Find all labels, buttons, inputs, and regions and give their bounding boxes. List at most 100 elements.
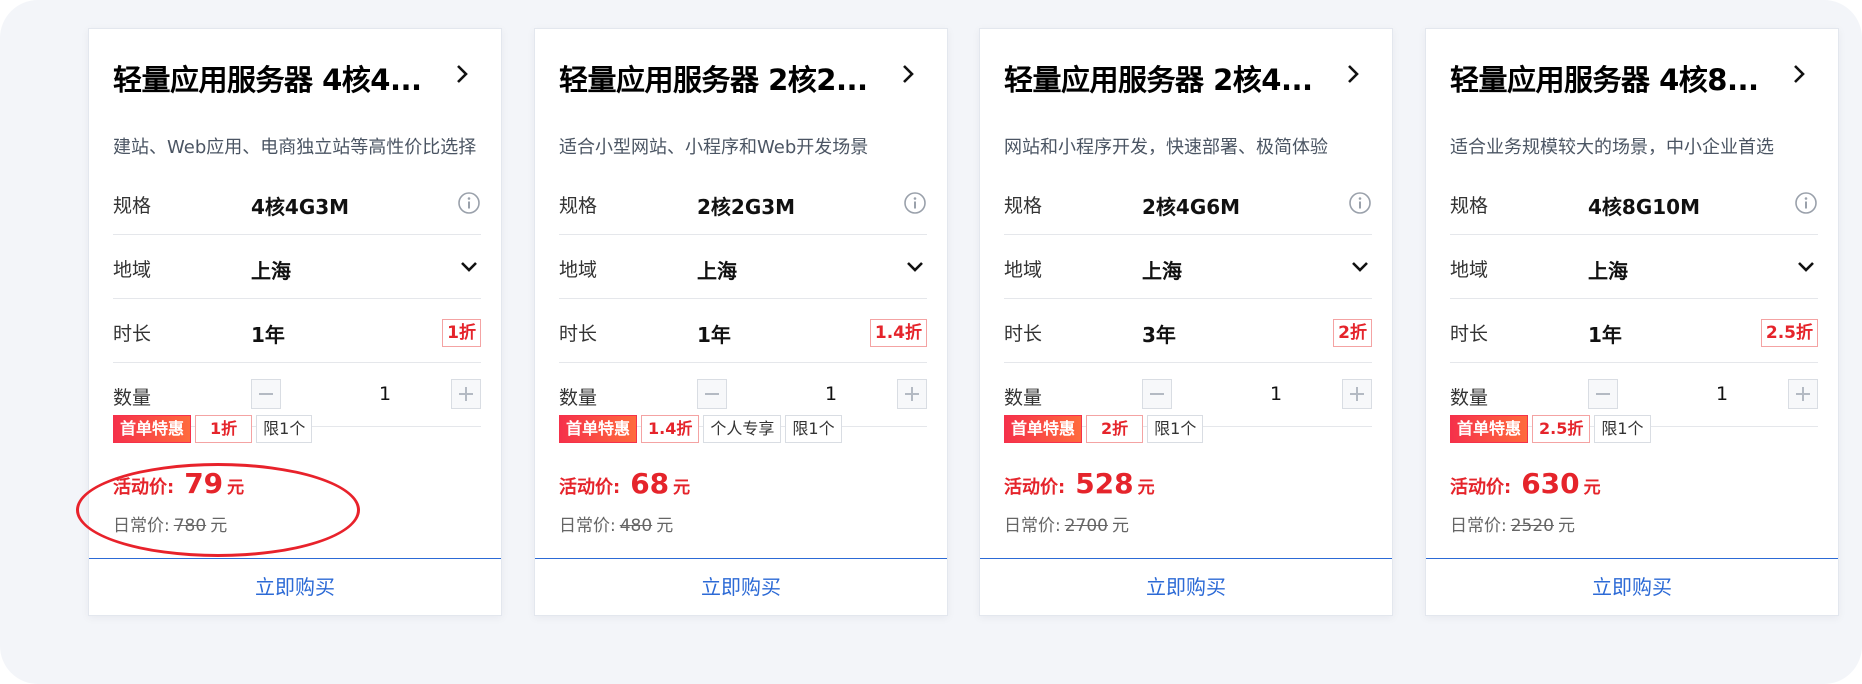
info-icon[interactable] [1794, 191, 1818, 215]
card-title[interactable]: 轻量应用服务器 4核4... [113, 57, 433, 99]
quantity-value[interactable]: 1 [816, 383, 846, 405]
card-description: 适合小型网站、小程序和Web开发场景 [559, 137, 869, 158]
card-header[interactable]: 轻量应用服务器 4核4... [113, 57, 477, 117]
discount-tag: 1.4折 [641, 415, 700, 443]
quantity-increment-button[interactable] [897, 379, 927, 409]
limit-tag: 限1个 [256, 415, 313, 443]
product-card: 轻量应用服务器 4核8... 适合业务规模较大的场景，中小企业首选 规格 4核8… [1425, 28, 1839, 616]
discount-tag: 2.5折 [1532, 415, 1591, 443]
discount-tag: 2.5折 [1760, 319, 1818, 347]
chevron-right-icon[interactable] [1342, 63, 1364, 85]
spec-row: 规格 2核4G6M [1004, 171, 1372, 235]
price-unit: 元 [1583, 478, 1601, 498]
quantity-decrement-button[interactable] [251, 379, 281, 409]
quantity-increment-button[interactable] [1788, 379, 1818, 409]
plus-icon [905, 387, 919, 401]
limit-tag: 限1个 [1594, 415, 1651, 443]
price-unit: 元 [1558, 516, 1575, 536]
region-value[interactable]: 上海 [697, 255, 737, 284]
spec-row: 规格 4核4G3M [113, 171, 481, 235]
buy-now-button[interactable]: 立即购买 [535, 558, 947, 615]
card-header[interactable]: 轻量应用服务器 2核2... [559, 57, 923, 117]
quantity-decrement-button[interactable] [1588, 379, 1618, 409]
quantity-value[interactable]: 1 [1707, 383, 1737, 405]
promo-tags: 首单特惠 1折 限1个 [113, 415, 316, 443]
quantity-decrement-button[interactable] [1142, 379, 1172, 409]
discount-tag: 1折 [195, 415, 253, 443]
regular-price: 日常价: 780 元 [113, 511, 227, 536]
chevron-right-icon[interactable] [451, 63, 473, 85]
regular-price: 日常价: 2700 元 [1004, 511, 1129, 536]
product-panel: 轻量应用服务器 4核4... 建站、Web应用、电商独立站等高性价比选择 规格 … [0, 0, 1862, 684]
chevron-down-icon[interactable] [1796, 257, 1816, 277]
duration-label: 时长 [1450, 323, 1489, 345]
buy-now-button[interactable]: 立即购买 [89, 558, 501, 615]
buy-now-button[interactable]: 立即购买 [980, 558, 1392, 615]
price-unit: 元 [656, 516, 674, 536]
region-select[interactable]: 地域 上海 [559, 235, 927, 299]
discount-tag: 1折 [442, 319, 481, 347]
duration-label: 时长 [113, 323, 152, 345]
product-card: 轻量应用服务器 4核4... 建站、Web应用、电商独立站等高性价比选择 规格 … [88, 28, 502, 616]
info-icon[interactable] [457, 191, 481, 215]
card-title[interactable]: 轻量应用服务器 4核8... [1450, 57, 1770, 99]
region-label: 地域 [1450, 259, 1489, 281]
minus-icon [1150, 393, 1164, 395]
card-header[interactable]: 轻量应用服务器 2核4... [1004, 57, 1368, 117]
duration-value: 1年 [251, 323, 285, 347]
duration-value: 3年 [1142, 323, 1176, 347]
discount-tag: 1.4折 [869, 319, 927, 347]
minus-icon [259, 393, 273, 395]
buy-now-button[interactable]: 立即购买 [1426, 558, 1838, 615]
product-card: 轻量应用服务器 2核4... 网站和小程序开发，快速部署、极简体验 规格 2核4… [979, 28, 1393, 616]
quantity-value[interactable]: 1 [370, 383, 400, 405]
region-select[interactable]: 地域 上海 [1450, 235, 1818, 299]
regular-price: 日常价: 2520 元 [1450, 511, 1575, 536]
chevron-down-icon[interactable] [1350, 257, 1370, 277]
first-order-tag: 首单特惠 [1004, 415, 1083, 443]
quantity-label: 数量 [1004, 387, 1043, 409]
duration-label: 时长 [559, 323, 598, 345]
quantity-decrement-button[interactable] [697, 379, 727, 409]
card-title[interactable]: 轻量应用服务器 2核4... [1004, 57, 1324, 99]
product-card: 轻量应用服务器 2核2... 适合小型网站、小程序和Web开发场景 规格 2核2… [534, 28, 948, 616]
promo-price: 活动价: 630 元 [1450, 467, 1601, 500]
price-unit: 元 [1112, 516, 1129, 536]
region-value[interactable]: 上海 [1142, 255, 1182, 284]
chevron-down-icon[interactable] [459, 257, 479, 277]
plus-icon [1796, 387, 1810, 401]
region-value[interactable]: 上海 [1588, 255, 1628, 284]
card-title[interactable]: 轻量应用服务器 2核2... [559, 57, 879, 99]
promo-price-label: 活动价: [1004, 477, 1066, 498]
region-value[interactable]: 上海 [251, 255, 291, 284]
promo-price: 活动价: 79 元 [113, 467, 244, 500]
spec-label: 规格 [1004, 195, 1043, 217]
card-header[interactable]: 轻量应用服务器 4核8... [1450, 57, 1814, 117]
regular-price-value: 780 [173, 516, 207, 536]
info-icon[interactable] [1348, 191, 1372, 215]
region-label: 地域 [559, 259, 598, 281]
promo-price: 活动价: 68 元 [559, 467, 690, 500]
spec-value: 2核4G6M [1142, 195, 1241, 219]
regular-price: 日常价: 480 元 [559, 511, 673, 536]
duration-row: 时长 1年 1.4折 [559, 299, 927, 363]
duration-label: 时长 [1004, 323, 1043, 345]
chevron-right-icon[interactable] [1788, 63, 1810, 85]
info-icon[interactable] [903, 191, 927, 215]
spec-label: 规格 [1450, 195, 1489, 217]
discount-tag: 2折 [1086, 415, 1144, 443]
spec-value: 4核8G10M [1588, 195, 1700, 219]
chevron-right-icon[interactable] [897, 63, 919, 85]
promo-price-label: 活动价: [113, 477, 175, 498]
region-select[interactable]: 地域 上海 [1004, 235, 1372, 299]
region-select[interactable]: 地域 上海 [113, 235, 481, 299]
quantity-increment-button[interactable] [1342, 379, 1372, 409]
regular-price-value: 480 [619, 516, 653, 536]
card-description: 建站、Web应用、电商独立站等高性价比选择 [113, 137, 477, 158]
chevron-down-icon[interactable] [905, 257, 925, 277]
spec-value: 2核2G3M [697, 195, 796, 219]
promo-price-label: 活动价: [1450, 477, 1512, 498]
quantity-value[interactable]: 1 [1261, 383, 1291, 405]
duration-value: 1年 [697, 323, 731, 347]
quantity-increment-button[interactable] [451, 379, 481, 409]
